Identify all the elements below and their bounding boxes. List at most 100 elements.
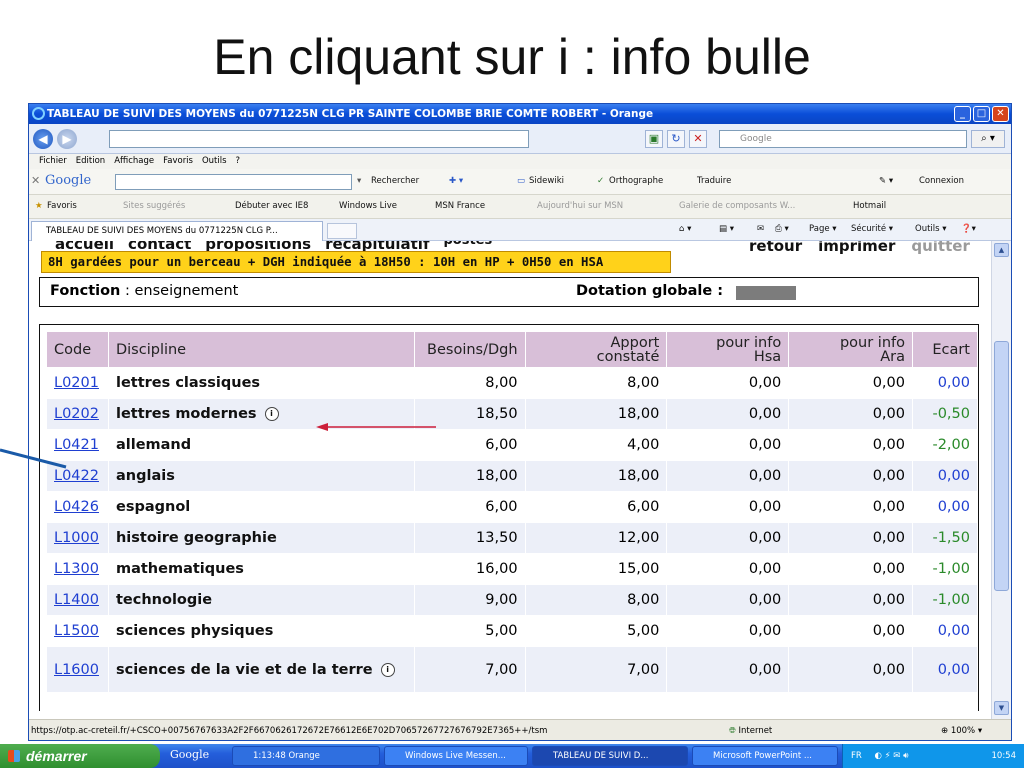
imprimer-link[interactable]: imprimer — [818, 241, 895, 255]
code-link[interactable]: L0426 — [54, 499, 99, 515]
clock: 10:54 — [991, 751, 1017, 761]
code-link[interactable]: L0421 — [54, 437, 99, 453]
discipline-name: sciences physiques — [115, 623, 274, 639]
ara-cell: 0,00 — [788, 367, 913, 399]
maximize-button[interactable]: □ — [973, 106, 990, 122]
zoom-level[interactable]: ⊕ 100% ▾ — [941, 720, 982, 740]
code-link[interactable]: L1500 — [54, 623, 99, 639]
taskbar-tableau[interactable]: TABLEAU DE SUIVI D... — [532, 746, 688, 766]
favoris-button[interactable]: Favoris — [47, 201, 77, 211]
close-window-button[interactable]: ✕ — [992, 106, 1009, 122]
window-titlebar[interactable]: TABLEAU DE SUIVI DES MOYENS du 0771225N … — [29, 104, 1011, 124]
orthographe-button[interactable]: Orthographe — [609, 176, 663, 186]
tab-tableau-suivi[interactable]: TABLEAU DE SUIVI DES MOYENS du 0771225N … — [31, 221, 323, 241]
ara-cell: 0,00 — [788, 615, 913, 647]
forward-button[interactable]: ▶ — [57, 129, 77, 149]
wrench-icon[interactable]: ✎ ▾ — [879, 176, 893, 186]
home-icon[interactable]: ⌂ ▾ — [679, 224, 691, 234]
fav-sites-suggeres[interactable]: Sites suggérés — [123, 201, 185, 211]
sidewiki-icon[interactable]: ▭ — [517, 176, 525, 186]
traduire-button[interactable]: Traduire — [697, 176, 731, 186]
search-input[interactable]: Google — [719, 130, 967, 148]
securite-menu[interactable]: Sécurité ▾ — [851, 224, 893, 234]
scroll-down-arrow[interactable]: ▼ — [994, 701, 1009, 715]
menu-outils[interactable]: Outils — [202, 154, 227, 169]
discipline-cell: sciences physiques — [107, 615, 415, 647]
apport-cell: 15,00 — [524, 553, 668, 585]
code-link[interactable]: L0422 — [54, 468, 99, 484]
page-menu[interactable]: Page ▾ — [809, 224, 837, 234]
table-body: L0201 lettres classiques 8,00 8,00 0,00 0,00 0… — [46, 367, 979, 693]
fav-aujourdhui-msn[interactable]: Aujourd'hui sur MSN — [537, 201, 623, 211]
code-link[interactable]: L1600 — [54, 662, 99, 678]
info-bubble-icon[interactable]: i — [264, 407, 279, 421]
globe-icon: 🌐︎ — [729, 726, 736, 736]
toolbar-tools-icon[interactable]: ✚ ▾ — [449, 176, 463, 186]
scroll-thumb[interactable] — [994, 341, 1009, 591]
code-link[interactable]: L0201 — [54, 375, 99, 391]
taskbar-messenger[interactable]: Windows Live Messen... — [384, 746, 528, 766]
rechercher-button[interactable]: Rechercher — [371, 176, 419, 186]
hsa-cell: 0,00 — [666, 491, 790, 523]
minimize-button[interactable]: _ — [954, 106, 971, 122]
feeds-icon[interactable]: ▤ ▾ — [719, 224, 734, 234]
hsa-cell: 0,00 — [666, 522, 790, 554]
url-field[interactable] — [109, 130, 529, 148]
code-link[interactable]: L1300 — [54, 561, 99, 577]
scroll-up-arrow[interactable]: ▲ — [994, 243, 1009, 257]
address-toolbar: ◀ ▶ ▣ ↻ ✕ Google ⌕ ▾ — [29, 124, 1011, 154]
menu-help[interactable]: ? — [236, 154, 241, 169]
favorites-star-icon[interactable]: ★ — [35, 201, 43, 211]
discipline-cell: sciences de la vie et de la terre i — [107, 646, 415, 693]
google-search-input[interactable] — [115, 174, 352, 190]
ecart-cell: 0,00 — [911, 460, 979, 492]
quitter-link[interactable]: quitter — [911, 241, 969, 255]
code-cell: L1300 — [46, 553, 109, 585]
help-icon[interactable]: ❓▾ — [961, 224, 976, 234]
taskbar-powerpoint[interactable]: Microsoft PowerPoint ... — [692, 746, 838, 766]
print-icon[interactable]: ⎙ ▾ — [775, 224, 789, 234]
mail-icon[interactable]: ✉ — [757, 224, 764, 234]
ecart-cell: -1,00 — [911, 584, 979, 616]
fav-msn-france[interactable]: MSN France — [435, 201, 485, 211]
fav-debuter-ie8[interactable]: Débuter avec IE8 — [235, 201, 308, 211]
menu-edition[interactable]: Edition — [76, 154, 105, 169]
outils-menu[interactable]: Outils ▾ — [915, 224, 947, 234]
info-bubble-icon[interactable]: i — [380, 662, 395, 677]
windows-taskbar: démarrer Google 1:13:48 Orange Windows L… — [0, 744, 1024, 768]
menu-favoris[interactable]: Favoris — [163, 154, 193, 169]
fav-windows-live[interactable]: Windows Live — [339, 201, 397, 211]
fav-hotmail[interactable]: Hotmail — [853, 201, 886, 211]
apport-cell: 7,00 — [524, 646, 668, 693]
google-dropdown-icon[interactable]: ▾ — [357, 176, 361, 186]
fav-galerie[interactable]: Galerie de composants W... — [679, 201, 795, 211]
stop-icon[interactable]: ✕ — [689, 130, 707, 148]
nav-postes[interactable]: postes — [443, 241, 492, 251]
menu-affichage[interactable]: Affichage — [114, 154, 154, 169]
search-icon[interactable]: ⌕ ▾ — [971, 130, 1005, 148]
connexion-button[interactable]: Connexion — [919, 176, 964, 186]
start-button[interactable]: démarrer — [0, 744, 160, 768]
spellcheck-icon[interactable]: ✓ — [597, 176, 604, 186]
besoins-cell: 18,00 — [413, 460, 526, 492]
back-button[interactable]: ◀ — [33, 129, 53, 149]
taskbar-orange[interactable]: 1:13:48 Orange — [232, 746, 380, 766]
table-row: L1400 technologie 9,00 8,00 0,00 0,00 -1,00 — [46, 584, 979, 616]
vertical-scrollbar[interactable]: ▲ ▼ — [991, 241, 1011, 719]
language-indicator[interactable]: FR — [851, 751, 862, 761]
sidewiki-button[interactable]: Sidewiki — [529, 176, 564, 186]
close-toolbar-icon[interactable]: ✕ — [31, 174, 40, 187]
header-ecart: Ecart — [911, 331, 979, 368]
system-tray: FR ◐ ⚡ ✉ 🔊︎ 10:54 — [842, 744, 1024, 768]
google-toolbar: ✕ Google ▾ Rechercher ✚ ▾ ▭ Sidewiki ✓ O… — [29, 169, 1011, 195]
taskbar-google[interactable]: Google — [166, 746, 226, 766]
retour-link[interactable]: retour — [749, 241, 802, 255]
code-link[interactable]: L1400 — [54, 592, 99, 608]
discipline-name: espagnol — [115, 499, 191, 515]
compat-view-icon[interactable]: ▣ — [645, 130, 663, 148]
new-tab-button[interactable] — [327, 223, 357, 239]
menu-fichier[interactable]: Fichier — [39, 154, 67, 169]
refresh-icon[interactable]: ↻ — [667, 130, 685, 148]
code-link[interactable]: L0202 — [54, 406, 99, 422]
code-link[interactable]: L1000 — [54, 530, 99, 546]
